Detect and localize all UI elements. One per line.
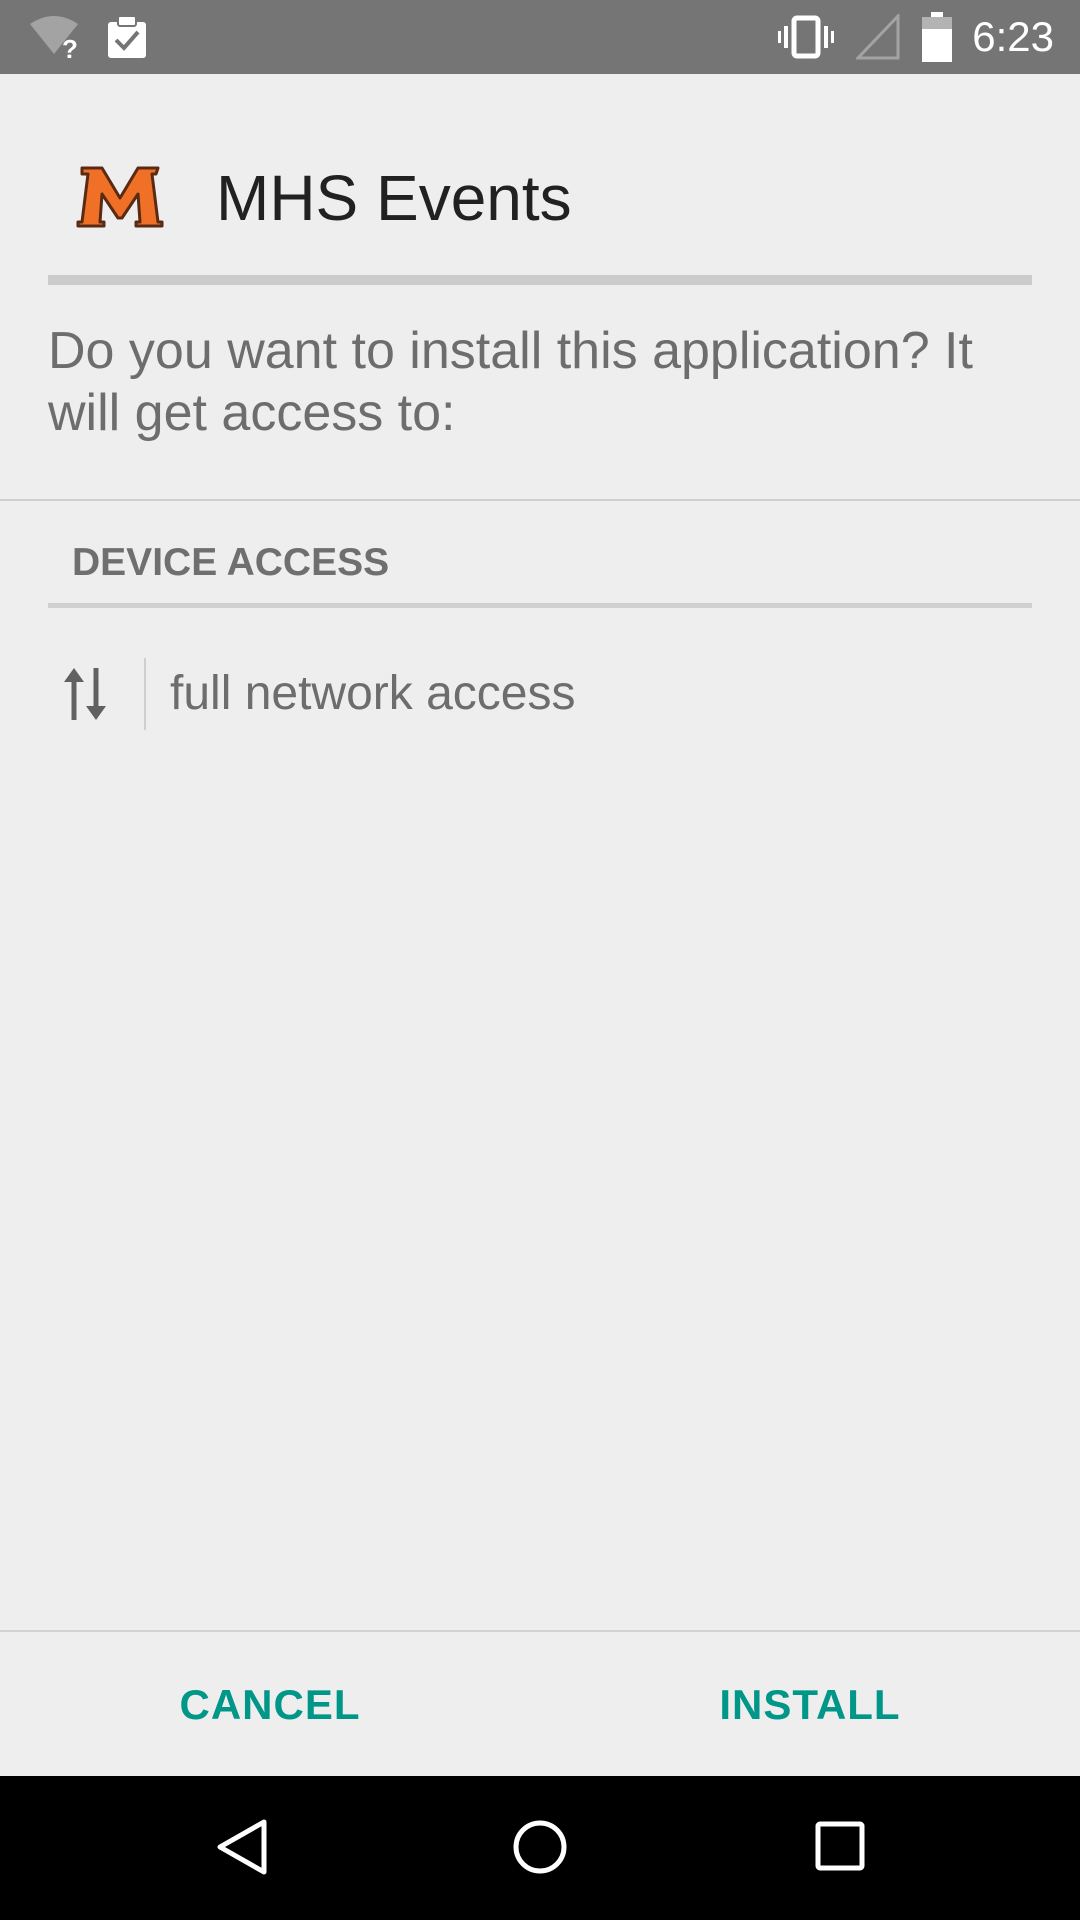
prompt-divider — [0, 499, 1080, 501]
status-time: 6:23 — [972, 13, 1054, 60]
clipboard-check-icon — [104, 14, 150, 65]
header-divider — [48, 275, 1032, 285]
install-prompt: Do you want to install this application?… — [48, 322, 973, 442]
cancel-button[interactable]: CANCEL — [0, 1640, 540, 1770]
install-button[interactable]: INSTALL — [540, 1640, 1080, 1770]
network-arrows-icon — [60, 664, 110, 729]
permission-separator — [144, 658, 146, 730]
footer-divider — [0, 1630, 1080, 1632]
section-header-device-access: DEVICE ACCESS — [72, 541, 390, 584]
permission-item: full network access — [0, 640, 1080, 740]
recents-icon[interactable] — [812, 1816, 868, 1883]
svg-text:?: ? — [62, 34, 78, 60]
mhs-m-logo-icon — [76, 160, 164, 235]
vibrate-icon — [778, 14, 834, 65]
battery-icon — [922, 12, 952, 67]
status-bar: ? 6:23 — [0, 0, 1080, 74]
back-icon[interactable] — [212, 1816, 272, 1883]
wifi-question-icon: ? — [26, 14, 82, 65]
navigation-bar — [0, 1776, 1080, 1920]
app-title: MHS Events — [216, 162, 572, 234]
section-divider — [48, 603, 1032, 608]
signal-empty-icon — [854, 12, 900, 65]
home-icon[interactable] — [509, 1816, 571, 1883]
permission-label: full network access — [170, 667, 576, 720]
